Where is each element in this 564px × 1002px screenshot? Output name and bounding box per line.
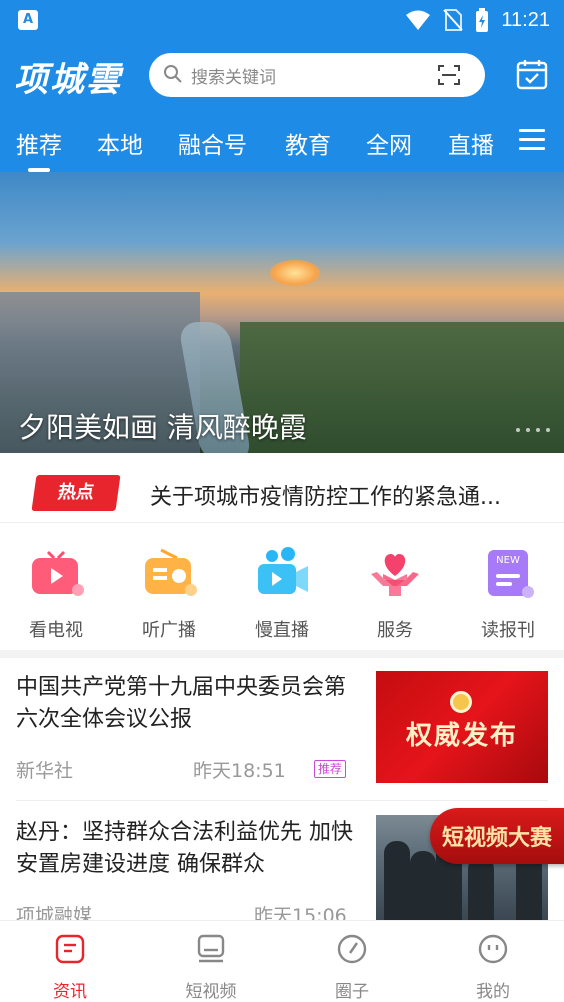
nav-label-circle: 圈子	[335, 982, 369, 1002]
news-icon	[55, 934, 85, 964]
nav-circle[interactable]: 圈子	[312, 933, 392, 1002]
quick-item-newspaper[interactable]: NEW 读报刊	[463, 546, 553, 642]
video-icon	[197, 934, 225, 963]
hot-headline: 关于项城市疫情防控工作的紧急通...	[150, 485, 501, 510]
search-placeholder: 搜索关键词	[191, 68, 276, 88]
tab-live[interactable]: 直播	[448, 126, 498, 160]
quick-item-slow-live[interactable]: 慢直播	[237, 546, 327, 642]
quick-label-slow-live: 慢直播	[255, 620, 309, 641]
news-time: 昨天18:51	[193, 760, 286, 782]
svg-text:NEW: NEW	[496, 555, 520, 566]
tab-recommend[interactable]: 推荐	[16, 126, 62, 172]
hot-news-ticker[interactable]: 热点 关于项城市疫情防控工作的紧急通...	[0, 453, 564, 523]
status-bar: A 11:21	[0, 0, 564, 40]
search-icon	[164, 65, 182, 83]
no-sim-icon	[443, 9, 464, 31]
nav-news[interactable]: 资讯	[30, 933, 110, 1002]
tab-education[interactable]: 教育	[285, 126, 331, 160]
nav-label-profile: 我的	[476, 982, 510, 1002]
quick-label-newspaper: 读报刊	[481, 620, 535, 641]
tv-icon	[32, 550, 84, 596]
news-title: 中国共产党第十九届中央委员会第六次全体会议公报	[16, 675, 347, 732]
status-icons: 11:21	[405, 6, 550, 34]
tab-local[interactable]: 本地	[97, 126, 143, 160]
section-separator	[0, 650, 564, 658]
quick-nav: 看电视 听广播 慢直播 服务 NEW 读报刊	[0, 524, 564, 650]
quick-label-tv: 看电视	[29, 620, 83, 641]
hot-tag: 热点	[31, 475, 121, 511]
profile-icon	[478, 934, 508, 964]
radio-icon	[145, 548, 197, 596]
nav-short-video[interactable]: 短视频	[171, 933, 251, 1002]
news-recommend-badge: 推荐	[314, 760, 347, 778]
quick-label-radio: 听广播	[142, 620, 196, 641]
bottom-nav: 资讯 短视频 圈子 我的	[0, 920, 564, 1002]
nav-profile[interactable]: 我的	[453, 933, 533, 1002]
carousel-dots	[516, 428, 550, 432]
news-time: 昨天15:06	[254, 905, 347, 920]
clock: 11:21	[501, 8, 550, 31]
quick-item-tv[interactable]: 看电视	[11, 546, 101, 642]
app-root: A 11:21 项城雲 搜索关键词 推荐 本地 融合号 教育 全网 直播 夕阳美…	[0, 0, 564, 1002]
battery-icon	[476, 8, 489, 32]
news-item[interactable]: 中国共产党第十九届中央委员会第六次全体会议公报 新华社 昨天18:51 推荐 权…	[0, 658, 564, 800]
news-source: 项城融媒	[16, 905, 93, 920]
channel-tabs: 推荐 本地 融合号 教育 全网 直播	[0, 118, 564, 172]
calendar-icon[interactable]	[516, 58, 548, 90]
video-contest-floating-button[interactable]: 短视频大赛	[430, 808, 564, 864]
tab-fusion[interactable]: 融合号	[178, 126, 247, 160]
quick-item-service[interactable]: 服务	[350, 546, 440, 642]
app-logo: 项城雲	[14, 60, 122, 100]
live-camera-icon	[258, 547, 308, 594]
news-source: 新华社	[16, 760, 74, 782]
party-emblem-icon	[450, 691, 472, 713]
search-bar[interactable]: 搜索关键词	[149, 53, 485, 97]
heart-hand-icon	[371, 554, 419, 596]
promo-label: 短视频大赛	[442, 825, 553, 851]
banner-caption: 夕阳美如画 清风醉晚霞	[18, 411, 307, 444]
quick-label-service: 服务	[377, 620, 413, 641]
channel-menu-icon[interactable]	[519, 129, 545, 153]
app-notification-icon: A	[18, 10, 38, 30]
quick-item-radio[interactable]: 听广播	[124, 546, 214, 642]
banner-sun	[270, 260, 320, 286]
thumbnail-text: 权威发布	[405, 721, 518, 751]
tab-all-web[interactable]: 全网	[366, 126, 412, 160]
banner-carousel[interactable]: 夕阳美如画 清风醉晚霞	[0, 172, 564, 453]
circle-icon	[337, 934, 367, 964]
scan-icon[interactable]	[437, 63, 461, 87]
nav-label-news: 资讯	[53, 982, 87, 1002]
news-thumbnail: 权威发布	[376, 671, 548, 783]
header: A 11:21 项城雲 搜索关键词 推荐 本地 融合号 教育 全网 直播	[0, 0, 564, 172]
nav-label-short-video: 短视频	[185, 982, 237, 1002]
newspaper-icon: NEW	[488, 550, 534, 598]
news-title: 赵丹：坚持群众合法利益优先 加快安置房建设进度 确保群众	[16, 820, 353, 877]
wifi-icon	[406, 10, 431, 30]
